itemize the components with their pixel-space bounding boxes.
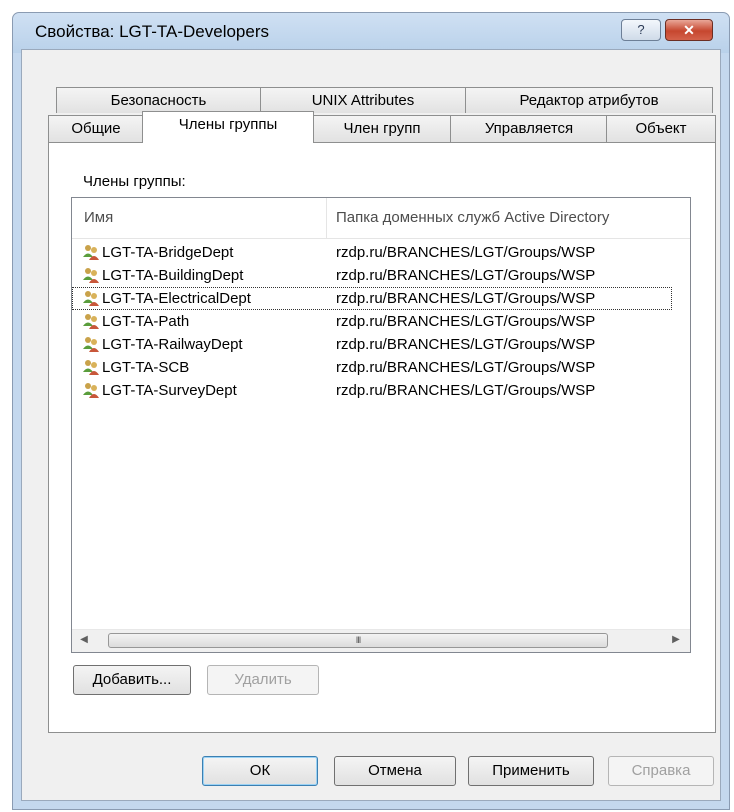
add-button-label: Добавить... <box>92 671 172 688</box>
scroll-thumb[interactable]: III <box>108 633 608 648</box>
remove-button[interactable]: Удалить <box>207 665 319 695</box>
member-name: LGT-TA-SCB <box>102 359 190 376</box>
list-header: Имя Папка доменных служб Active Director… <box>72 198 690 239</box>
list-item[interactable]: LGT-TA-SurveyDept rzdp.ru/BRANCHES/LGT/G… <box>72 379 672 402</box>
tab-members[interactable]: Члены группы <box>142 111 314 143</box>
tab-general[interactable]: Общие <box>48 115 144 142</box>
cancel-button[interactable]: Отмена <box>334 756 456 786</box>
column-divider[interactable] <box>326 198 327 238</box>
column-header-name[interactable]: Имя <box>84 209 113 226</box>
dialog-body: Безопасность UNIX Attributes Редактор ат… <box>21 49 721 801</box>
tab-unix-attributes[interactable]: UNIX Attributes <box>260 87 466 113</box>
group-icon <box>83 245 99 260</box>
tab-security[interactable]: Безопасность <box>56 87 261 113</box>
member-name: LGT-TA-RailwayDept <box>102 336 243 353</box>
member-folder: rzdp.ru/BRANCHES/LGT/Groups/WSP <box>336 336 596 353</box>
member-name: LGT-TA-ElectricalDept <box>102 290 251 307</box>
apply-button[interactable]: Применить <box>468 756 594 786</box>
tab-attribute-editor[interactable]: Редактор атрибутов <box>465 87 713 113</box>
tab-managed-by[interactable]: Управляется <box>450 115 608 142</box>
member-folder: rzdp.ru/BRANCHES/LGT/Groups/WSP <box>336 290 596 307</box>
member-folder: rzdp.ru/BRANCHES/LGT/Groups/WSP <box>336 313 596 330</box>
member-name: LGT-TA-SurveyDept <box>102 382 237 399</box>
help-dialog-button[interactable]: Справка <box>608 756 714 786</box>
group-icon <box>83 314 99 329</box>
add-button[interactable]: Добавить... <box>73 665 191 695</box>
title-bar[interactable]: Свойства: LGT-TA-Developers ? ✕ <box>13 13 729 49</box>
scroll-left-icon[interactable]: ◀ <box>76 632 92 648</box>
list-item[interactable]: LGT-TA-BuildingDept rzdp.ru/BRANCHES/LGT… <box>72 264 672 287</box>
group-icon <box>83 268 99 283</box>
list-item-focused[interactable]: LGT-TA-ElectricalDept rzdp.ru/BRANCHES/L… <box>72 287 672 310</box>
member-name: LGT-TA-BridgeDept <box>102 244 234 261</box>
column-header-folder[interactable]: Папка доменных служб Active Directory <box>336 209 609 226</box>
list-item[interactable]: LGT-TA-RailwayDept rzdp.ru/BRANCHES/LGT/… <box>72 333 672 356</box>
member-folder: rzdp.ru/BRANCHES/LGT/Groups/WSP <box>336 382 596 399</box>
group-icon <box>83 291 99 306</box>
group-icon <box>83 383 99 398</box>
members-label: Члены группы: <box>83 173 186 190</box>
group-icon <box>83 360 99 375</box>
group-icon <box>83 337 99 352</box>
member-name: LGT-TA-BuildingDept <box>102 267 244 284</box>
help-button[interactable]: ? <box>621 19 661 41</box>
list-item[interactable]: LGT-TA-Path rzdp.ru/BRANCHES/LGT/Groups/… <box>72 310 672 333</box>
list-item[interactable]: LGT-TA-BridgeDept rzdp.ru/BRANCHES/LGT/G… <box>72 241 672 264</box>
member-folder: rzdp.ru/BRANCHES/LGT/Groups/WSP <box>336 359 596 376</box>
remove-button-label: Удалить <box>234 671 292 688</box>
member-folder: rzdp.ru/BRANCHES/LGT/Groups/WSP <box>336 244 596 261</box>
scroll-right-icon[interactable]: ▶ <box>668 632 684 648</box>
members-list[interactable]: Имя Папка доменных служб Active Director… <box>71 197 691 653</box>
tab-object[interactable]: Объект <box>606 115 716 142</box>
horizontal-scrollbar[interactable]: ◀ III ▶ <box>72 629 690 652</box>
close-button[interactable]: ✕ <box>665 19 713 41</box>
member-folder: rzdp.ru/BRANCHES/LGT/Groups/WSP <box>336 267 596 284</box>
window-title: Свойства: LGT-TA-Developers <box>35 22 269 41</box>
properties-window: Свойства: LGT-TA-Developers ? ✕ Безопасн… <box>12 12 730 810</box>
list-item[interactable]: LGT-TA-SCB rzdp.ru/BRANCHES/LGT/Groups/W… <box>72 356 672 379</box>
tab-member-of[interactable]: Член групп <box>312 115 452 142</box>
ok-button[interactable]: ОК <box>202 756 318 786</box>
members-panel: Члены группы: Имя Папка доменных служб A… <box>48 142 716 733</box>
member-name: LGT-TA-Path <box>102 313 190 330</box>
